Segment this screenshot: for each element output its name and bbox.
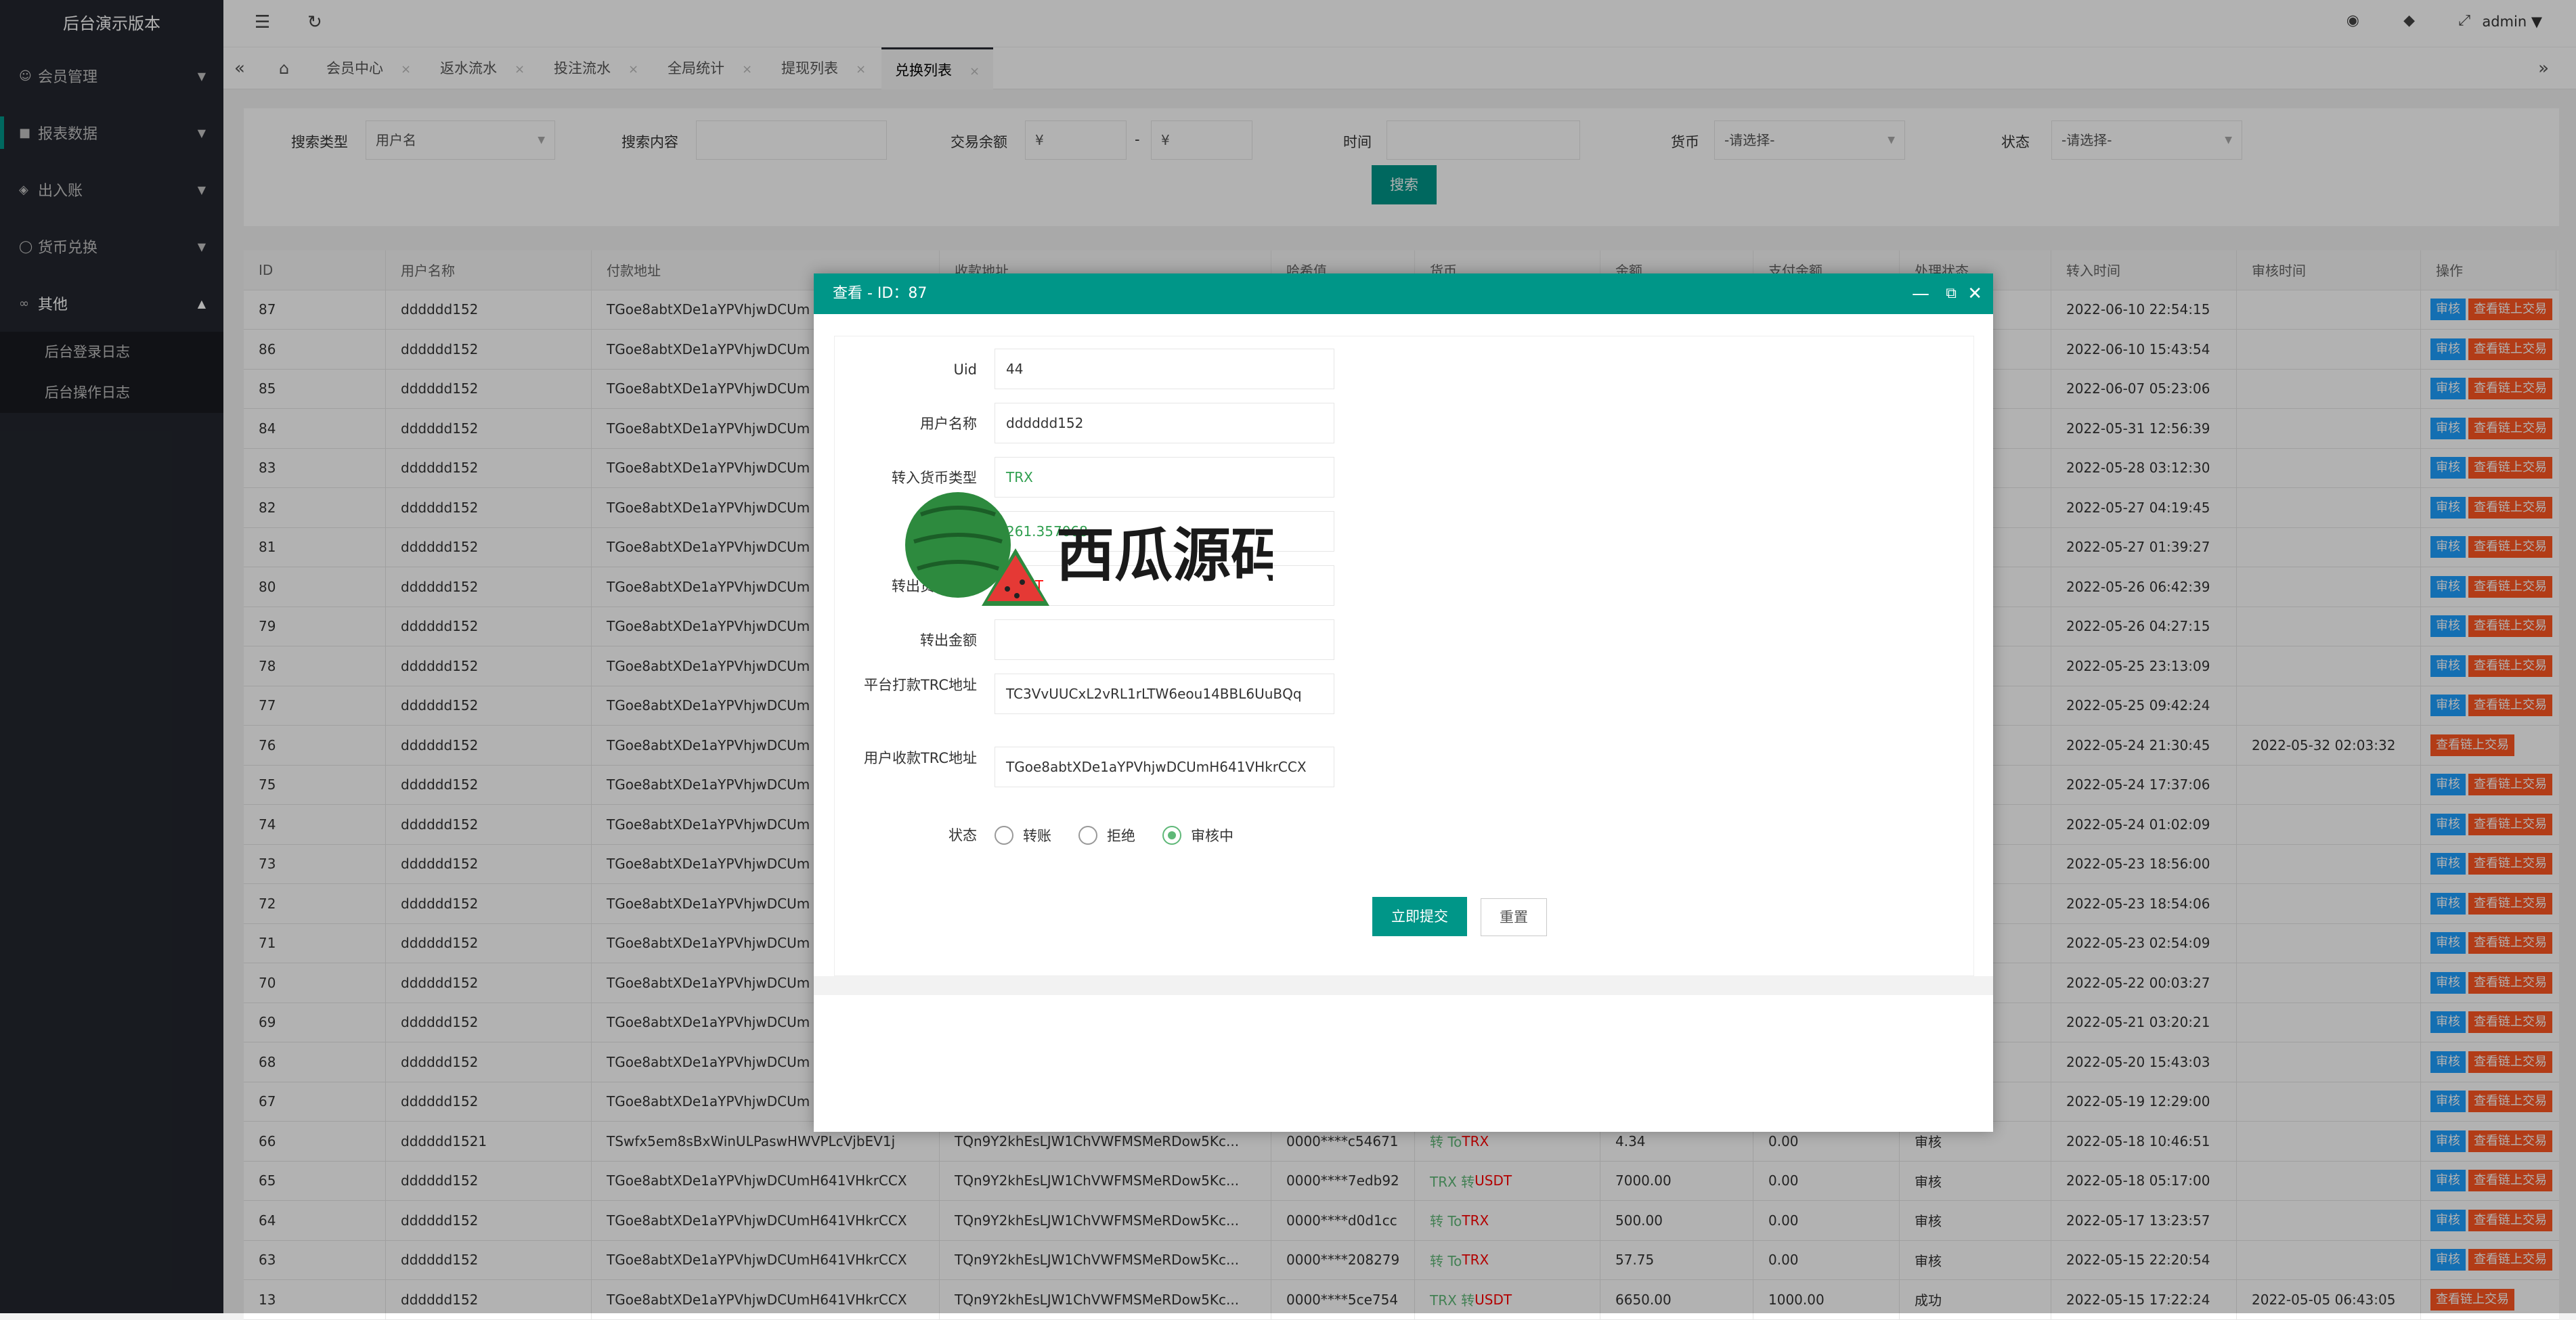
user-trc-address-field[interactable]: TGoe8abtXDe1aYPVhjwDCUmH641VHkrCCX	[995, 747, 1334, 787]
dialog-title: 查看 - ID：87	[833, 285, 927, 302]
field-label: 状态	[948, 827, 977, 843]
field-label: Uid	[953, 361, 977, 378]
radio-circle	[1078, 826, 1097, 845]
close-icon[interactable]: ✕	[1967, 273, 1982, 314]
out-amount-field[interactable]	[995, 619, 1334, 660]
radio-label: 拒绝	[1107, 828, 1135, 844]
field-label: 平台打款TRC地址	[863, 677, 977, 693]
radio-label: 转账	[1023, 828, 1051, 844]
submit-button[interactable]: 立即提交	[1372, 897, 1467, 936]
reset-button[interactable]: 重置	[1481, 898, 1547, 936]
platform-trc-address-field[interactable]: TC3VvUUCxL2vRL1rLTW6eou14BBL6UuBQq	[995, 674, 1334, 714]
minimize-icon[interactable]: —	[1912, 273, 1929, 314]
radio-reject[interactable]: 拒绝	[1078, 825, 1135, 845]
radio-transfer[interactable]: 转账	[995, 825, 1051, 845]
uid-field[interactable]: 44	[995, 349, 1334, 389]
watermark: 西瓜源码	[894, 487, 1289, 609]
field-label: 转入货币类型	[892, 470, 977, 486]
dialog-separator	[814, 976, 1993, 995]
field-label: 转出金额	[920, 632, 977, 648]
username-field[interactable]: dddddd152	[995, 403, 1334, 443]
radio-reviewing[interactable]: 审核中	[1162, 825, 1234, 845]
watermark-text: 西瓜源码	[1056, 522, 1273, 590]
maximize-icon[interactable]: ⧉	[1946, 273, 1957, 314]
dialog-header: 查看 - ID：87 — ⧉ ✕	[814, 273, 1993, 314]
field-label: 用户名称	[920, 416, 977, 432]
radio-circle	[995, 826, 1013, 845]
radio-label: 审核中	[1191, 828, 1234, 844]
view-dialog: 查看 - ID：87 — ⧉ ✕ Uid 44 用户名称 dddddd152 转…	[814, 273, 1993, 1132]
dialog-form: Uid 44 用户名称 dddddd152 转入货币类型 TRX 261.357…	[834, 336, 1974, 976]
watermelon-logo-icon: 西瓜源码	[905, 492, 1289, 606]
field-label: 用户收款TRC地址	[863, 750, 977, 766]
radio-circle-checked	[1162, 826, 1181, 845]
